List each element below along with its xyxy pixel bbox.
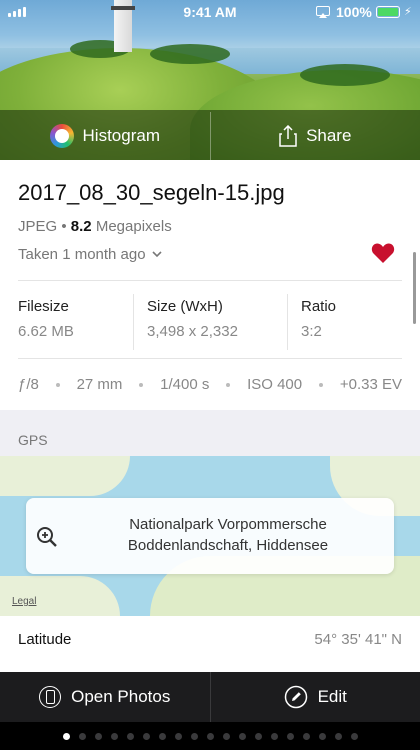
dot-separator [226,382,231,387]
page-dot[interactable] [110,732,118,740]
latitude-row: Latitude 54° 35' 41" N [0,616,420,672]
page-dot[interactable] [222,732,230,740]
page-dot[interactable] [174,732,182,740]
divider [18,358,402,359]
chevron-down-icon [152,251,162,258]
share-button[interactable]: Share [209,112,420,160]
megapixels-unit: Megapixels [95,218,172,235]
megapixels-value: 8.2 [70,218,92,235]
legal-link[interactable]: Legal [12,596,36,607]
battery-icon [376,6,400,18]
location-map[interactable]: Nationalpark Vorpommersche Boddenlandsch… [0,456,420,616]
scroll-indicator[interactable] [413,252,416,324]
ratio-value: 3:2 [301,323,322,340]
page-dot[interactable] [142,732,150,740]
page-dot[interactable] [270,732,278,740]
bottom-action-bar: Open Photos Edit [0,672,420,722]
focal-length-value: 27 mm [76,376,123,393]
top-action-bar: Histogram Share [0,112,420,160]
photo-details: 2017_08_30_segeln-15.jpg JPEG • 8.2 Mega… [0,160,420,410]
page-dot[interactable] [318,732,326,740]
edit-button[interactable]: Edit [209,672,420,722]
ratio-cell: Ratio 3:2 [301,288,336,350]
column-divider [287,294,288,350]
aperture-value: ƒ/8 [18,376,39,393]
zoom-in-icon[interactable] [36,526,58,548]
filesize-label: Filesize [18,298,69,315]
page-dot[interactable] [126,732,134,740]
location-line-2: Boddenlandschaft, Hiddensee [127,537,329,554]
column-divider [133,294,134,350]
bullet-separator: • [61,218,67,235]
airplay-icon [316,6,330,18]
page-dot[interactable] [94,732,102,740]
share-icon [279,125,297,147]
taken-label: Taken 1 month ago [18,246,146,263]
taken-date-dropdown[interactable]: Taken 1 month ago [18,246,162,263]
file-name: 2017_08_30_segeln-15.jpg [18,180,285,205]
status-bar: 9:41 AM 100% ⚡ [0,0,420,24]
open-photos-label: Open Photos [71,687,171,706]
share-label: Share [306,126,352,145]
photo-format-line: JPEG • 8.2 Megapixels [18,218,172,235]
latitude-label: Latitude [18,631,72,648]
histogram-label: Histogram [82,126,160,145]
phone-icon [39,686,62,708]
exif-row: ƒ/8 27 mm 1/400 s ISO 400 +0.33 EV [18,376,402,393]
location-card[interactable]: Nationalpark Vorpommersche Boddenlandsch… [26,498,394,574]
file-format: JPEG [18,218,58,235]
size-cell: Size (WxH) 3,498 x 2,332 [147,288,238,350]
page-dot[interactable] [350,732,358,740]
filesize-cell: Filesize 6.62 MB [18,288,74,350]
page-dot[interactable] [238,732,246,740]
page-dot[interactable] [334,732,342,740]
gps-title: GPS [18,432,48,448]
page-dot[interactable] [78,732,86,740]
map-land [0,456,130,496]
photo-bush [300,64,390,86]
exposure-value: +0.33 EV [339,376,402,393]
page-dot[interactable] [302,732,310,740]
page-dot[interactable] [62,732,70,740]
filesize-value: 6.62 MB [18,323,74,340]
bolt-icon: ⚡ [404,6,412,18]
shutter-speed-value: 1/400 s [160,376,210,393]
divider [18,280,402,281]
battery-percentage: 100% [336,4,372,20]
page-indicator[interactable] [0,722,420,750]
histogram-icon [49,124,74,148]
page-dot[interactable] [190,732,198,740]
ratio-label: Ratio [301,298,337,315]
gps-section-header: GPS [0,410,420,456]
heart-icon[interactable] [371,242,395,264]
page-dot[interactable] [158,732,166,740]
location-name: Nationalpark Vorpommersche Boddenlandsch… [78,514,378,556]
photo-bush [150,44,230,64]
page-dot[interactable] [206,732,214,740]
dot-separator [318,382,323,387]
edit-label: Edit [317,687,347,706]
iso-value: ISO 400 [247,376,303,393]
file-properties: Filesize 6.62 MB Size (WxH) 3,498 x 2,33… [0,288,420,352]
latitude-value: 54° 35' 41" N [314,631,402,648]
open-photos-button[interactable]: Open Photos [0,672,210,722]
page-dot[interactable] [286,732,294,740]
size-label: Size (WxH) [147,298,223,315]
location-line-1: Nationalpark Vorpommersche [129,516,327,533]
dot-separator [55,382,60,387]
edit-icon [284,685,307,709]
page-dot[interactable] [254,732,262,740]
dot-separator [139,382,144,387]
histogram-button[interactable]: Histogram [0,112,210,160]
size-value: 3,498 x 2,332 [147,323,238,340]
